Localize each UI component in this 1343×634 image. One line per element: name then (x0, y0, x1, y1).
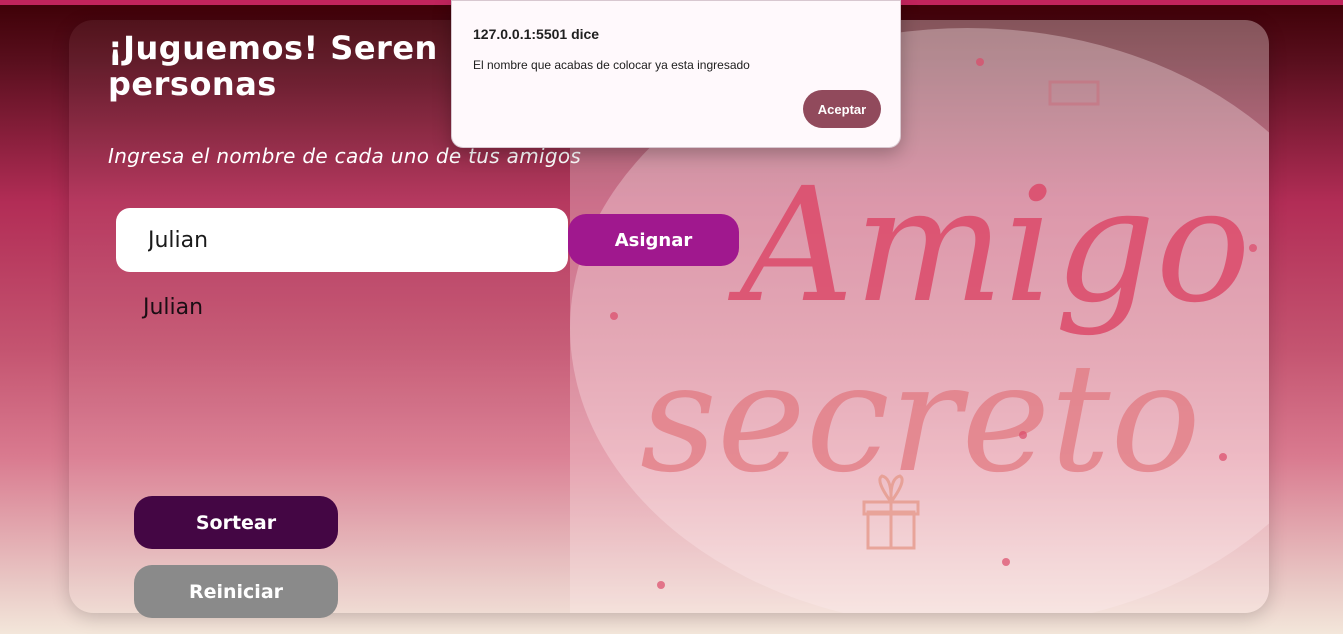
dialog-origin: 127.0.0.1:5501 dice (473, 26, 600, 42)
dialog-message: El nombre que acabas de colocar ya esta … (473, 58, 750, 72)
lettering-amigo: Amigo (727, 154, 1251, 338)
draw-button[interactable]: Sortear (134, 496, 338, 549)
gift-icon-top (1048, 80, 1100, 106)
assign-button[interactable]: Asignar (568, 214, 739, 266)
reset-button[interactable]: Reiniciar (134, 565, 338, 618)
dialog-ok-button[interactable]: Aceptar (803, 90, 881, 128)
alert-dialog: 127.0.0.1:5501 dice El nombre que acabas… (451, 0, 901, 148)
friend-name-input[interactable] (116, 208, 568, 272)
friends-list: Julian (143, 292, 203, 324)
list-item: Julian (143, 295, 204, 320)
lettering-secreto: secreto (640, 332, 1201, 506)
